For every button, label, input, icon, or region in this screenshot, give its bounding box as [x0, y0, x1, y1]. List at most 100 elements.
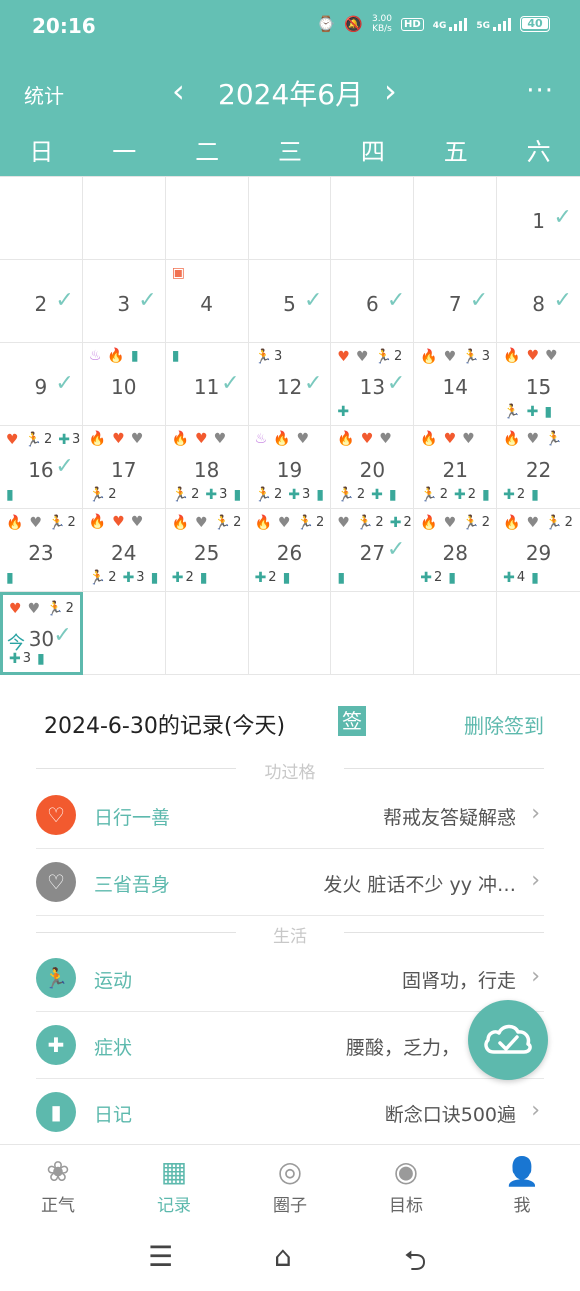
calendar-day[interactable]: 24 🔥 ♥ ♥ 🏃 2 ✚ 3 ▮ — [82, 509, 166, 592]
calendar-empty-cell — [414, 592, 498, 675]
calendar-day[interactable]: 22 🔥 ♥ 🏃 ✚ 2 ▮ — [497, 426, 580, 509]
day-icons: ✚ 2 ▮ — [255, 570, 327, 585]
calendar-day[interactable]: 14 🔥 ♥ 🏃 3 — [414, 343, 498, 426]
back-icon[interactable]: ⮌ — [404, 1240, 426, 1288]
day-icons: ▮ — [337, 571, 409, 585]
medical-icon: ✚ — [454, 486, 466, 503]
calendar-day[interactable]: 25 🔥 ♥ 🏃 2 ✚ 2 ▮ — [165, 509, 249, 592]
medical-icon: ✚ — [254, 569, 267, 586]
next-month-button[interactable]: › — [384, 72, 397, 110]
tab-records[interactable]: ▦ 记录 — [116, 1145, 232, 1226]
day-icons: ▣ — [172, 266, 244, 280]
heart-icon: ♥ — [9, 600, 22, 617]
system-nav-bar: ☰ ⌂ ⮌ — [0, 1226, 580, 1291]
lotus-icon: ❀ — [46, 1155, 70, 1188]
medical-icon: ✚ — [205, 486, 218, 503]
battery-icon: 40 — [520, 16, 550, 32]
chevron-right-icon: › — [531, 868, 540, 893]
menu-icon[interactable]: ☰ — [148, 1240, 173, 1273]
day-icons: ✚ 3 ▮ — [9, 651, 76, 666]
month-nav: 统计 ‹ 2024年6月 › ··· — [0, 64, 580, 120]
calendar-day[interactable]: 8 ✓ — [497, 260, 580, 343]
icon-count: 2 — [516, 487, 526, 502]
heart-icon: ♡ — [36, 795, 76, 835]
calendar-day[interactable]: 21 🔥 ♥ ♥ 🏃 2 ✚ 2 ▮ — [414, 426, 498, 509]
calendar-day[interactable]: 5 ✓ — [248, 260, 332, 343]
heart-icon: ♥ — [112, 514, 125, 530]
icon-count: 2 — [356, 487, 366, 502]
tab-zhengqi[interactable]: ❀ 正气 — [0, 1145, 116, 1226]
calendar-day[interactable]: 6 ✓ — [331, 260, 415, 343]
broken-heart-icon: ♥ — [130, 431, 144, 447]
icon-count: 2 — [393, 349, 403, 364]
circle-icon: ◎ — [277, 1155, 303, 1188]
home-icon[interactable]: ⌂ — [274, 1240, 292, 1273]
icon-count: 2 — [434, 570, 443, 585]
calendar-day[interactable]: 27 ✓ ♥ 🏃 2 ✚ 2 ▮ — [331, 509, 415, 592]
tab-me[interactable]: 👤 我 — [464, 1145, 580, 1226]
calendar-empty-cell — [497, 592, 580, 675]
day-number: 28 — [442, 541, 468, 565]
day-icons: ♨ 🔥 ▮ — [89, 349, 161, 363]
user-icon: 👤 — [504, 1155, 540, 1188]
run-icon: 🏃 — [337, 486, 355, 503]
calendar-day[interactable]: 23 🔥 ♥ 🏃 2 ▮ — [0, 509, 83, 592]
calendar-day[interactable]: 7 ✓ — [414, 260, 498, 343]
calendar-day[interactable]: 19 ♨ 🔥 ♥ 🏃 2 ✚ 3 ▮ — [248, 426, 332, 509]
chevron-right-icon: › — [531, 964, 540, 989]
signal-4g: 4G — [433, 17, 468, 31]
icon-count: 2 — [375, 515, 384, 530]
delete-sign-button[interactable]: 删除签到 — [464, 710, 544, 739]
calendar-day[interactable]: 16 ✓ ♥ 🏃 2 ✚ 3 ▮ — [0, 426, 83, 509]
calendar-day[interactable]: 29 🔥 ♥ 🏃 2 ✚ 4 ▮ — [497, 509, 580, 592]
day-number: 18 — [193, 458, 220, 482]
calendar-day[interactable]: 今 30 ✓ ♥ ♥ 🏃 2 ✚ 3 ▮ — [0, 592, 83, 675]
run-icon: 🏃 — [254, 348, 272, 365]
section-merit-label: 功过格 — [264, 763, 316, 783]
icon-count: 2 — [403, 515, 412, 530]
cloud-sync-button[interactable] — [468, 1000, 548, 1080]
mute-bell-icon: 🔕 — [344, 15, 363, 33]
calendar-day[interactable]: 12 ✓ 🏃 3 — [248, 343, 332, 426]
calendar-day[interactable]: 2 ✓ — [0, 260, 83, 343]
calendar-day[interactable]: 20 🔥 ♥ ♥ 🏃 2 ✚ ▮ — [331, 426, 415, 509]
calendar-day[interactable]: 13 ✓ ♥ ♥ 🏃 2 ✚ — [331, 343, 415, 426]
calendar-day[interactable]: 28 🔥 ♥ 🏃 2 ✚ 2 ▮ — [414, 509, 498, 592]
day-icons: ♥ ♥ 🏃 2 — [337, 349, 409, 364]
calendar-empty-cell — [414, 177, 498, 260]
tab-circle[interactable]: ◎ 圈子 — [232, 1145, 348, 1226]
day-icons: 🏃 2 ✚ 3 ▮ — [255, 487, 327, 502]
calendar-day[interactable]: 17 🔥 ♥ ♥ 🏃 2 — [82, 426, 166, 509]
record-name: 日行一善 — [94, 807, 171, 829]
diary-icon: ▮ — [337, 570, 346, 586]
heart-icon: ♥ — [337, 348, 350, 365]
calendar-day[interactable]: 11 ✓ ▮ — [165, 343, 249, 426]
diary-icon: ▮ — [37, 650, 45, 667]
run-icon: 🏃 — [48, 514, 66, 531]
calendar-day[interactable]: 3 ✓ — [82, 260, 166, 343]
broken-heart-icon: ♥ — [443, 348, 457, 365]
calendar-day[interactable]: 4 ▣ — [165, 260, 249, 343]
check-icon: ✓ — [553, 205, 572, 230]
icon-count: 3 — [72, 432, 81, 447]
calendar-day[interactable]: 1 ✓ — [497, 177, 580, 260]
calendar-day[interactable]: 10 ♨ 🔥 ▮ — [82, 343, 166, 426]
record-row-good-deed[interactable]: ♡ 日行一善 帮戒友答疑解惑 › — [36, 783, 544, 849]
weekday-header: 日 一 二 三 四 五 六 — [0, 132, 580, 172]
more-menu-button[interactable]: ··· — [526, 76, 554, 106]
calendar-day[interactable]: 9 ✓ — [0, 343, 83, 426]
calendar-day[interactable]: 15 🔥 ♥ ♥ 🏃 ✚ ▮ — [497, 343, 580, 426]
tab-goals[interactable]: ◉ 目标 — [348, 1145, 464, 1226]
section-life-label: 生活 — [273, 927, 307, 947]
prev-month-button[interactable]: ‹ — [172, 72, 185, 110]
calendar-day[interactable]: 26 🔥 ♥ 🏃 2 ✚ 2 ▮ — [248, 509, 332, 592]
broken-heart-icon: ♥ — [278, 514, 291, 531]
stats-button[interactable]: 统计 — [24, 80, 64, 109]
icon-count: 4 — [516, 570, 526, 585]
diary-icon: ▮ — [150, 569, 159, 586]
record-row-diary[interactable]: ▮ 日记 断念口诀500遍 › — [36, 1080, 544, 1146]
record-row-reflection[interactable]: ♡ 三省吾身 发火 脏话不少 yy 冲… › — [36, 850, 544, 916]
heart-icon: ♥ — [443, 431, 457, 447]
calendar-day[interactable]: 18 🔥 ♥ ♥ 🏃 2 ✚ 3 ▮ — [165, 426, 249, 509]
weekday-thu: 四 — [360, 138, 385, 166]
